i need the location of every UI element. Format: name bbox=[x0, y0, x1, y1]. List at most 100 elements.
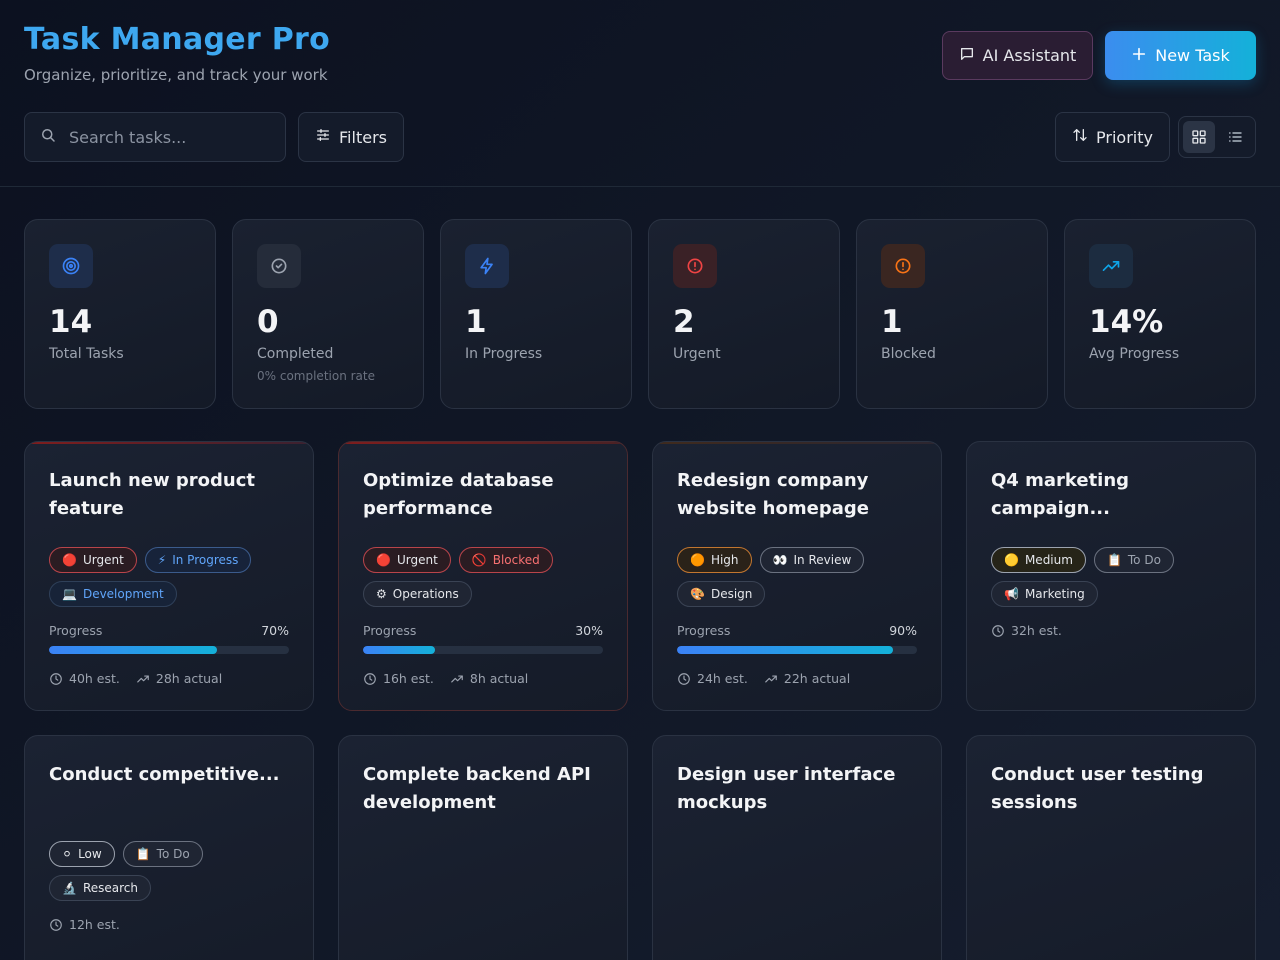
task-meta: 40h est. 28h actual bbox=[49, 671, 222, 686]
progress-fill bbox=[49, 646, 217, 654]
stat-label: Completed bbox=[257, 346, 334, 362]
priority-badge: 🟠 High bbox=[677, 547, 752, 573]
target-icon bbox=[49, 244, 93, 288]
priority-emoji: ⚪ bbox=[62, 847, 73, 861]
stat-label: Blocked bbox=[881, 346, 936, 362]
clock-icon bbox=[364, 672, 376, 685]
task-card[interactable]: Q4 marketing campaign... 🟡 Medium 📋 To Do … bbox=[966, 441, 1256, 711]
view-toggle bbox=[1178, 116, 1256, 158]
task-title: Conduct competitive... bbox=[49, 764, 280, 785]
estimate-text: 16h est. bbox=[383, 671, 434, 686]
trending-up-icon bbox=[451, 675, 463, 682]
stat-card-urgent: 2 Urgent bbox=[648, 219, 840, 409]
check-circle-icon bbox=[257, 244, 301, 288]
plus-icon bbox=[1131, 46, 1147, 66]
list-icon bbox=[1229, 132, 1242, 142]
task-badges: 🔴 Urgent ⚡ In Progress 💻 Development bbox=[49, 547, 299, 607]
category-emoji: 🔬 bbox=[62, 881, 77, 895]
priority-emoji: 🟡 bbox=[1004, 553, 1019, 567]
card-accent bbox=[339, 442, 627, 444]
priority-badge: 🔴 Urgent bbox=[49, 547, 137, 573]
priority-badge: 🟡 Medium bbox=[991, 547, 1086, 573]
priority-emoji: 🟠 bbox=[690, 553, 705, 567]
status-emoji: 👀 bbox=[772, 553, 788, 567]
card-accent bbox=[653, 442, 941, 444]
list-view-button[interactable] bbox=[1219, 121, 1251, 153]
stat-card-in-progress: 1 In Progress bbox=[440, 219, 632, 409]
task-meta: 24h est. 22h actual bbox=[677, 671, 850, 686]
new-task-button[interactable]: New Task bbox=[1105, 31, 1256, 80]
task-meta: 32h est. bbox=[991, 623, 1062, 638]
task-card[interactable]: Conduct competitive... ⚪ Low 📋 To Do 🔬 Rese… bbox=[24, 735, 314, 960]
stat-label: Avg Progress bbox=[1089, 346, 1180, 362]
stat-card-blocked: 1 Blocked bbox=[856, 219, 1048, 409]
filters-label: Filters bbox=[339, 127, 387, 147]
actual-text: 22h actual bbox=[783, 671, 851, 686]
priority-emoji: 🔴 bbox=[62, 553, 77, 567]
status-label: In Review bbox=[793, 553, 852, 567]
status-label: To Do bbox=[156, 847, 190, 861]
sort-button[interactable]: Priority bbox=[1055, 112, 1170, 162]
status-badge: 🚫 Blocked bbox=[458, 547, 553, 573]
priority-label: Urgent bbox=[396, 553, 438, 567]
stat-value: 14% bbox=[1089, 304, 1164, 340]
ai-assistant-label: AI Assistant bbox=[982, 46, 1077, 65]
stat-value: 1 bbox=[465, 304, 487, 340]
stat-value: 0 bbox=[257, 304, 279, 340]
category-badge: ⚙ Operations bbox=[363, 581, 472, 607]
progress-fill bbox=[363, 646, 435, 654]
category-label: Operations bbox=[392, 587, 459, 601]
task-badges: 🟡 Medium 📋 To Do 📢 Marketing bbox=[991, 547, 1241, 607]
bolt-icon bbox=[465, 244, 509, 288]
task-title: Complete backend API development bbox=[363, 764, 591, 813]
category-badge: 🔬 Research bbox=[49, 875, 151, 901]
status-label: In Progress bbox=[172, 553, 239, 567]
estimate-text: 12h est. bbox=[69, 917, 120, 932]
clock-icon bbox=[50, 672, 62, 685]
search-box[interactable] bbox=[24, 112, 286, 162]
category-label: Marketing bbox=[1024, 587, 1085, 601]
priority-label: Urgent bbox=[82, 553, 124, 567]
actual-text: 28h actual bbox=[155, 671, 223, 686]
grid-view-button[interactable] bbox=[1183, 121, 1215, 153]
category-emoji: 💻 bbox=[62, 587, 77, 601]
task-title: Q4 marketing campaign... bbox=[991, 470, 1130, 519]
progress-label: Progress bbox=[363, 623, 417, 638]
status-badge: 📋 To Do bbox=[1093, 547, 1174, 573]
trending-up-icon bbox=[765, 675, 777, 682]
alert-circle-icon bbox=[673, 244, 717, 288]
progress-bar bbox=[49, 646, 289, 654]
progress-percent: 70% bbox=[261, 623, 289, 638]
priority-badge: ⚪ Low bbox=[49, 841, 115, 867]
task-meta: 16h est. 8h actual bbox=[363, 671, 528, 686]
task-meta: 12h est. bbox=[49, 917, 120, 932]
task-card[interactable]: Launch new product feature 🔴 Urgent ⚡ In P… bbox=[24, 441, 314, 711]
priority-label: Medium bbox=[1024, 553, 1073, 567]
task-title: Redesign company website homepage bbox=[677, 470, 869, 519]
priority-emoji: 🔴 bbox=[376, 553, 391, 567]
stats-row: 14 Total Tasks 0 Completed 0% completion… bbox=[24, 219, 1256, 409]
status-badge: 📋 To Do bbox=[122, 841, 203, 867]
task-card[interactable]: Complete backend API development bbox=[338, 735, 628, 960]
stat-card-total: 14 Total Tasks bbox=[24, 219, 216, 409]
status-label: Blocked bbox=[492, 553, 540, 567]
app-subtitle: Organize, prioritize, and track your wor… bbox=[24, 66, 328, 84]
sort-label: Priority bbox=[1096, 127, 1153, 147]
stat-value: 14 bbox=[49, 304, 93, 340]
ai-assistant-button[interactable]: AI Assistant bbox=[942, 31, 1093, 80]
category-emoji: ⚙ bbox=[376, 587, 387, 601]
search-input[interactable] bbox=[69, 127, 269, 147]
filters-button[interactable]: Filters bbox=[298, 112, 404, 162]
progress-label: Progress bbox=[49, 623, 103, 638]
clock-icon bbox=[50, 918, 62, 931]
trending-up-icon bbox=[137, 675, 149, 682]
app-header: Task Manager Pro Organize, prioritize, a… bbox=[0, 0, 1280, 187]
category-label: Research bbox=[82, 881, 138, 895]
task-card[interactable]: Conduct user testing sessions bbox=[966, 735, 1256, 960]
status-badge: 👀 In Review bbox=[759, 547, 865, 573]
task-card[interactable]: Design user interface mockups bbox=[652, 735, 942, 960]
task-card[interactable]: Optimize database performance 🔴 Urgent 🚫 B… bbox=[338, 441, 628, 711]
priority-label: Low bbox=[78, 847, 102, 861]
task-card[interactable]: Redesign company website homepage 🟠 High … bbox=[652, 441, 942, 711]
progress-bar bbox=[363, 646, 603, 654]
